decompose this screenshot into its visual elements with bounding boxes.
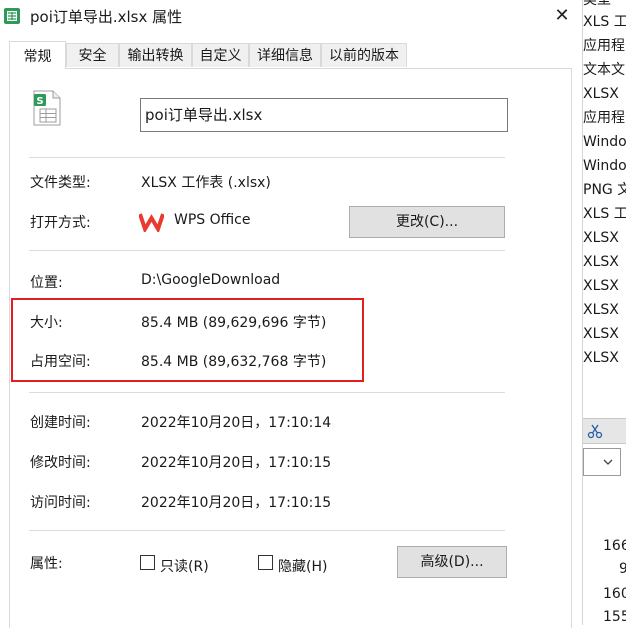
wps-logo-icon <box>139 213 164 232</box>
size-cell: 166 <box>603 538 626 554</box>
toolbar-strip <box>583 418 626 444</box>
opens-with-app: WPS Office <box>174 212 251 228</box>
tab-security[interactable]: 安全 <box>66 43 119 67</box>
list-item[interactable]: XLSX <box>583 83 619 105</box>
readonly-label[interactable]: 只读(R) <box>160 556 209 576</box>
location-value: D:\GoogleDownload <box>141 272 281 288</box>
separator <box>29 392 505 393</box>
chevron-down-icon <box>603 459 613 465</box>
title-bar: poi订单导出.xlsx 属性 ✕ <box>0 0 582 34</box>
accessed-label: 访问时间: <box>30 495 91 511</box>
size-highlight-box <box>11 298 364 382</box>
list-item[interactable]: XLSX <box>583 347 619 369</box>
list-item[interactable]: XLSX <box>583 275 619 297</box>
hidden-checkbox[interactable] <box>258 555 273 570</box>
created-value: 2022年10月20日，17:10:14 <box>141 415 332 431</box>
hidden-label[interactable]: 隐藏(H) <box>278 556 327 576</box>
list-item[interactable]: XLSX <box>583 323 619 345</box>
modified-value: 2022年10月20日，17:10:15 <box>141 455 332 471</box>
list-item[interactable]: XLS 工 <box>583 203 626 225</box>
tab-strip: 常规 安全 输出转换 自定义 详细信息 以前的版本 <box>0 41 582 69</box>
modified-label: 修改时间: <box>30 455 91 471</box>
list-item[interactable]: XLSX <box>583 299 619 321</box>
list-item[interactable]: XLSX <box>583 227 619 249</box>
list-item[interactable]: Windo <box>583 131 626 153</box>
list-item: 类型 <box>583 0 611 8</box>
accessed-value: 2022年10月20日，17:10:15 <box>141 495 332 511</box>
address-dropdown[interactable] <box>583 448 621 476</box>
list-item[interactable]: PNG 文 <box>583 179 626 201</box>
spreadsheet-title-icon <box>4 8 20 24</box>
tab-custom[interactable]: 自定义 <box>192 43 249 67</box>
readonly-checkbox[interactable] <box>140 555 155 570</box>
properties-dialog: poi订单导出.xlsx 属性 ✕ 常规 安全 输出转换 自定义 详细信息 以前… <box>0 0 583 628</box>
file-name-input[interactable]: poi订单导出.xlsx <box>140 98 508 132</box>
file-type-value: XLSX 工作表 (.xlsx) <box>141 175 271 191</box>
attributes-label: 属性: <box>30 556 63 572</box>
list-item[interactable]: Windo <box>583 155 626 177</box>
list-item[interactable]: 应用程 <box>583 35 625 57</box>
created-label: 创建时间: <box>30 415 91 431</box>
size-cell: 9 <box>619 561 626 577</box>
location-label: 位置: <box>30 275 63 291</box>
opens-with-label: 打开方式: <box>30 215 91 231</box>
spreadsheet-file-icon: S <box>33 90 61 126</box>
size-cell: 160 <box>603 586 626 602</box>
size-cell: 155 <box>603 609 626 625</box>
svg-text:S: S <box>36 96 43 107</box>
tab-output-conversion[interactable]: 输出转换 <box>119 43 192 67</box>
list-item[interactable]: 应用程 <box>583 107 625 129</box>
close-icon[interactable]: ✕ <box>548 2 576 30</box>
separator <box>29 250 505 251</box>
tab-general[interactable]: 常规 <box>9 41 66 69</box>
tab-details[interactable]: 详细信息 <box>249 43 321 67</box>
background-explorer-window: 类型 XLS 工 应用程 文本文 XLSX 应用程 Windo Windo PN… <box>583 0 626 625</box>
list-item[interactable]: 文本文 <box>583 59 625 81</box>
advanced-button[interactable]: 高级(D)... <box>397 546 507 578</box>
file-type-label: 文件类型: <box>30 175 91 191</box>
separator <box>29 530 505 531</box>
window-title: poi订单导出.xlsx 属性 <box>30 8 183 26</box>
list-item[interactable]: XLSX <box>583 251 619 273</box>
scissors-icon[interactable] <box>587 423 603 439</box>
list-item[interactable]: XLS 工 <box>583 11 626 33</box>
tab-previous-versions[interactable]: 以前的版本 <box>321 43 407 67</box>
change-button[interactable]: 更改(C)... <box>349 206 505 238</box>
separator <box>29 157 505 158</box>
